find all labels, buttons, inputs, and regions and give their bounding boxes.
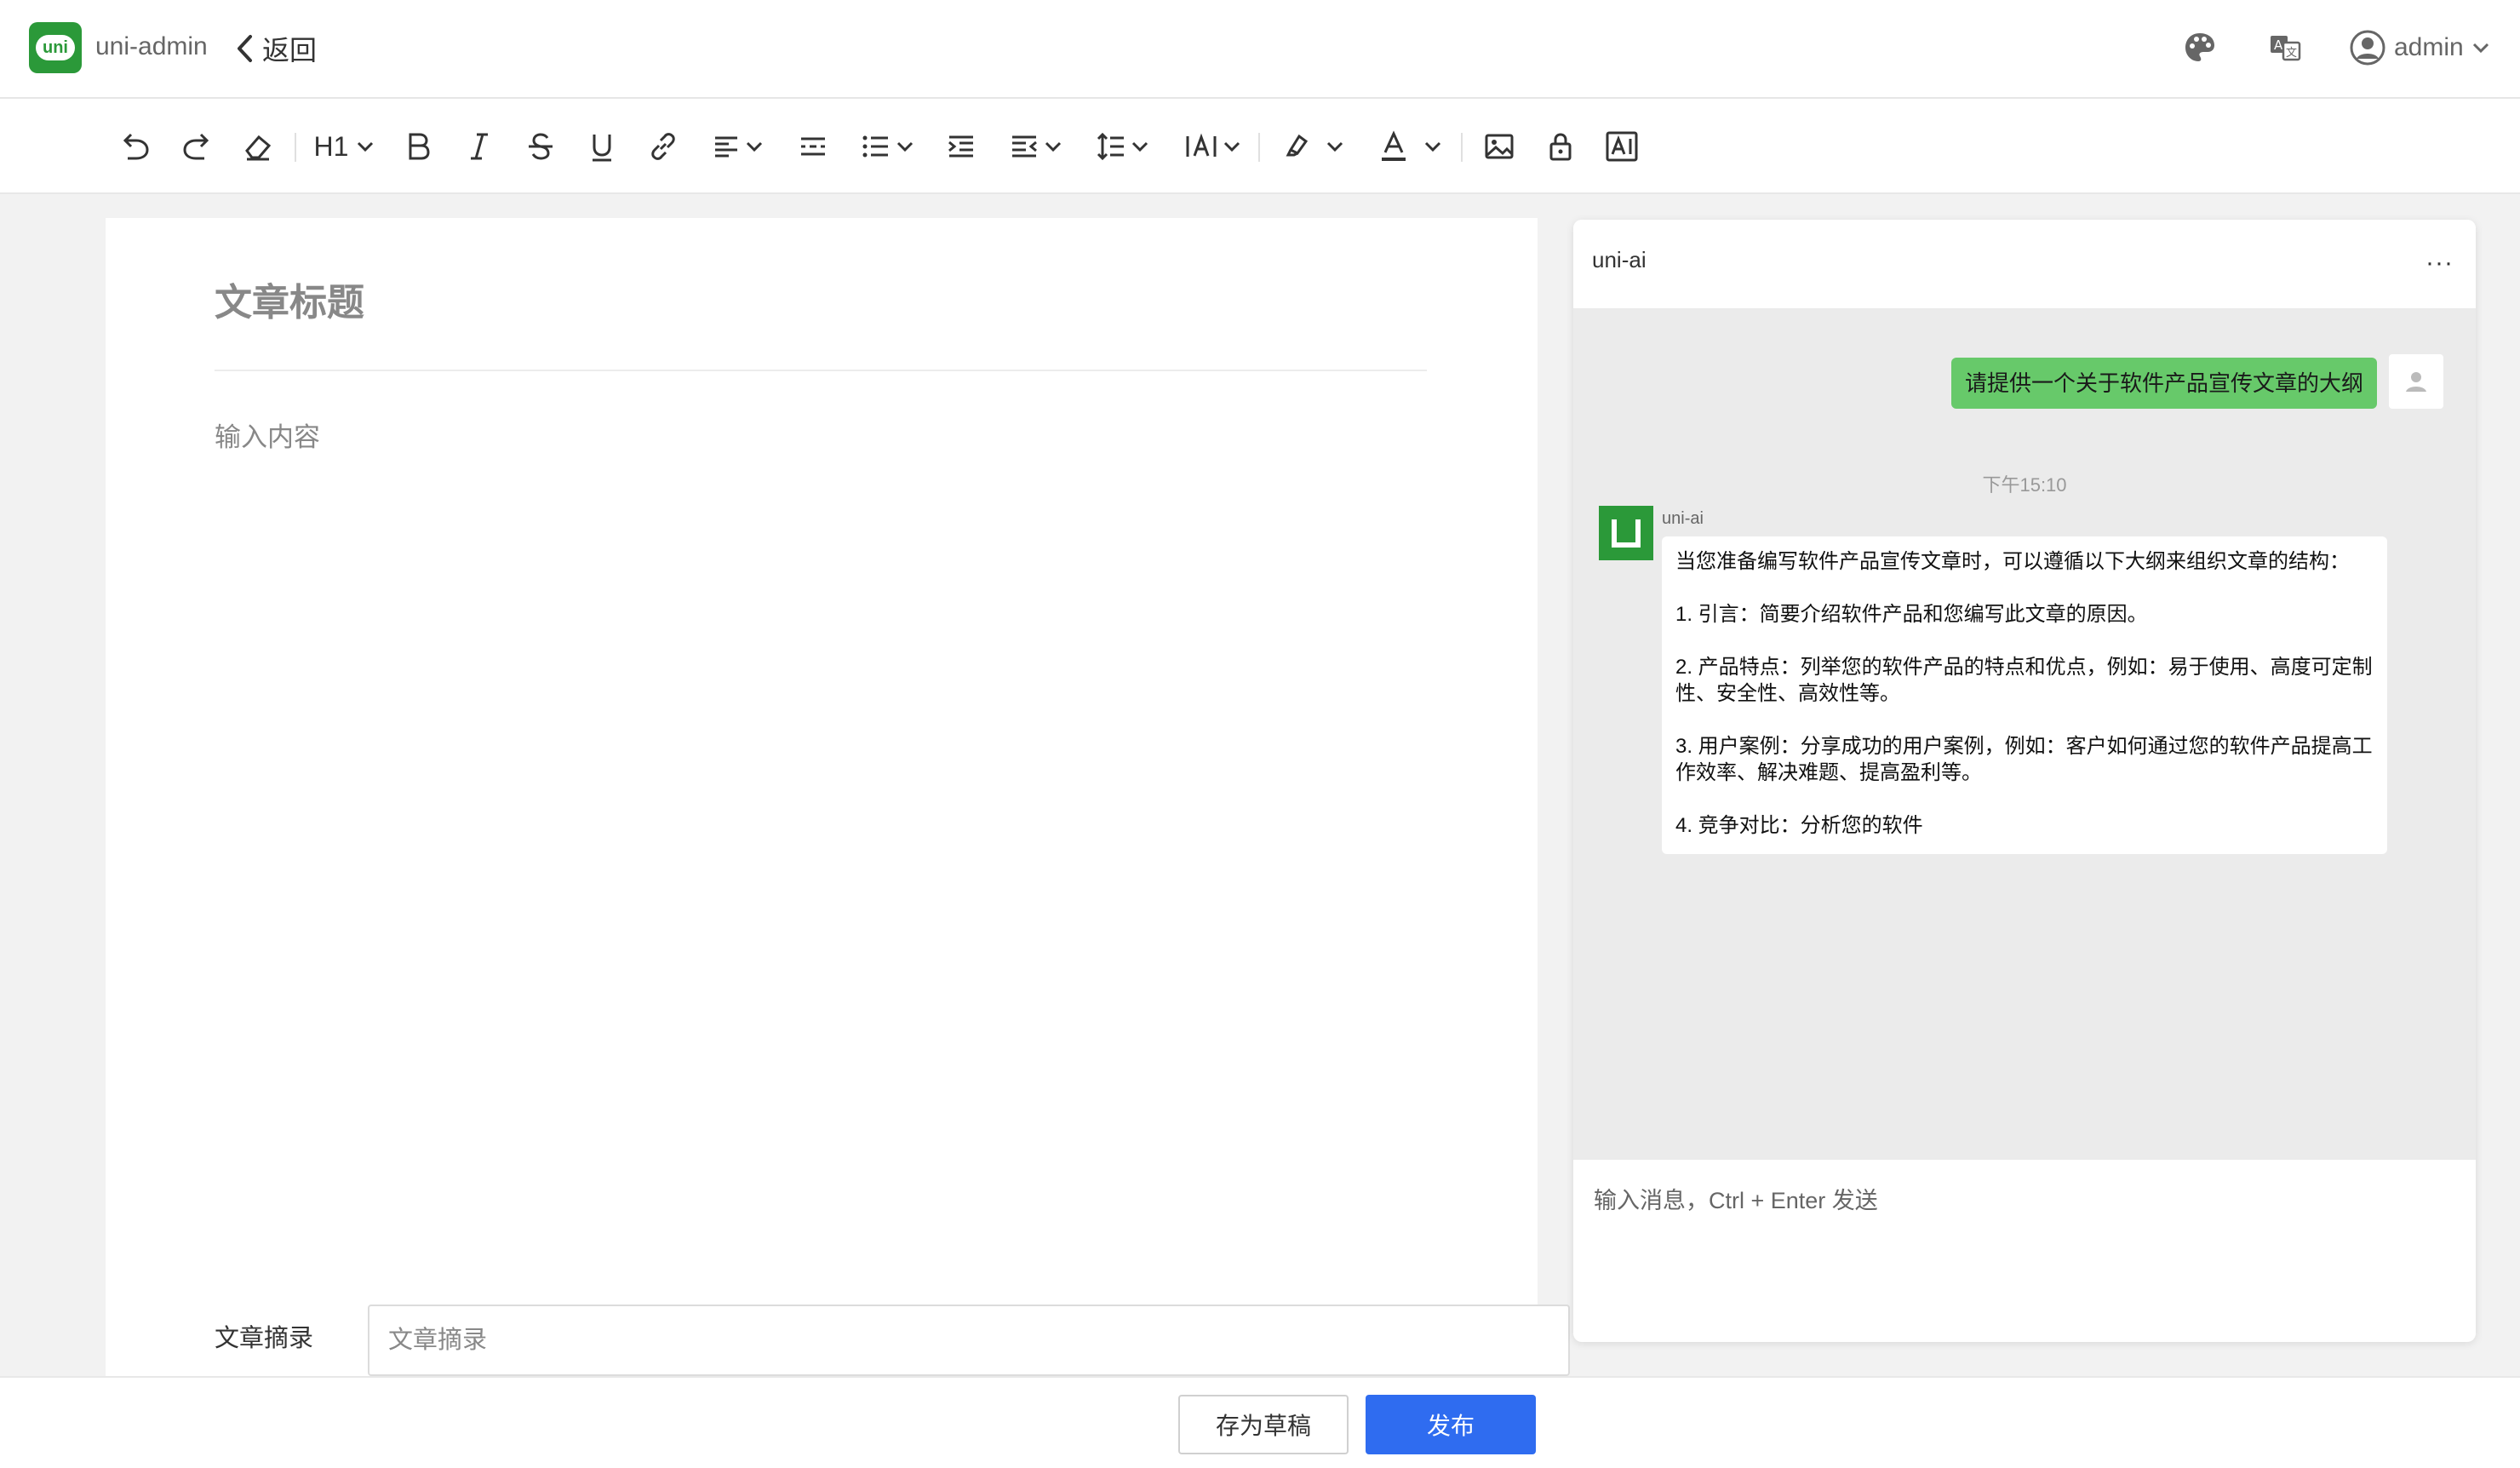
top-header: uni uni-admin 返回 A文 admin — [0, 0, 2520, 99]
outdent-icon — [1012, 135, 1037, 158]
back-button[interactable]: 返回 — [235, 27, 317, 70]
chat-title: uni-ai — [1592, 247, 1647, 272]
ai-paragraph: 1. 引言：简要介绍软件产品和您编写此文章的原因。 — [1675, 603, 2148, 626]
uni-ai-logo-icon — [1612, 519, 1641, 548]
excerpt-input[interactable]: 文章摘录 — [368, 1305, 1570, 1376]
chevron-down-icon — [1223, 141, 1240, 152]
align-left-icon — [715, 136, 737, 158]
toolbar-separator — [295, 133, 296, 162]
heading-level-label: H1 — [313, 130, 349, 162]
ai-message-bubble: 当您准备编写软件产品宣传文章时，可以遵循以下大纲来组织文章的结构： 1. 引言：… — [1662, 536, 2387, 854]
logo-cloud-icon: uni — [36, 35, 75, 60]
ai-paragraph: 3. 用户案例：分享成功的用户案例，例如：客户如何通过您的软件产品提高工作效率、… — [1675, 735, 2373, 784]
letter-spacing-dropdown[interactable] — [1178, 123, 1246, 170]
editor-toolbar: H1 — [0, 99, 2520, 194]
palette-icon[interactable] — [2181, 29, 2219, 66]
ai-chat-panel: uni-ai ··· 请提供一个关于软件产品宣传文章的大纲 下午15:10 un… — [1573, 220, 2476, 1342]
chevron-down-icon — [2472, 43, 2488, 54]
chevron-down-icon — [896, 141, 914, 152]
eraser-icon[interactable] — [240, 123, 276, 170]
lock-icon[interactable] — [1543, 123, 1578, 170]
ordered-list-icon — [862, 135, 888, 158]
highlight-dropdown[interactable] — [1277, 123, 1349, 170]
chevron-down-icon — [1045, 141, 1062, 152]
underline-icon[interactable] — [584, 123, 620, 170]
user-menu[interactable]: admin — [2350, 29, 2489, 66]
link-icon[interactable] — [645, 123, 681, 170]
action-footer: 存为草稿 发布 — [0, 1376, 2520, 1468]
message-timestamp: 下午15:10 — [1982, 474, 2067, 496]
ai-paragraph: 2. 产品特点：列举您的软件产品的特点和优点，例如：易于使用、高度可定制性、安全… — [1675, 656, 2373, 705]
chat-message-input[interactable]: 输入消息，Ctrl + Enter 发送 — [1594, 1182, 2454, 1216]
italic-icon[interactable] — [461, 123, 497, 170]
ai-sender-name: uni-ai — [1662, 509, 1704, 528]
redo-icon[interactable] — [179, 123, 215, 170]
translate-icon[interactable]: A文 — [2266, 29, 2304, 66]
toolbar-separator — [1461, 133, 1463, 162]
heading-dropdown[interactable]: H1 — [310, 123, 378, 170]
ai-paragraph: 当您准备编写软件产品宣传文章时，可以遵循以下大纲来组织文章的结构： — [1675, 550, 2350, 573]
chat-messages: 请提供一个关于软件产品宣传文章的大纲 下午15:10 uni-ai 当您准备编写… — [1573, 308, 2476, 1160]
back-label: 返回 — [262, 35, 318, 66]
align-dropdown[interactable] — [707, 123, 768, 170]
chevron-down-icon — [1326, 141, 1343, 152]
strikethrough-icon[interactable] — [523, 123, 558, 170]
chat-header: uni-ai ··· — [1573, 220, 2476, 308]
line-height-icon — [1097, 132, 1124, 161]
save-draft-button[interactable]: 存为草稿 — [1178, 1395, 1349, 1454]
excerpt-label: 文章摘录 — [215, 1325, 314, 1352]
user-name: admin — [2394, 33, 2464, 61]
outdent-dropdown[interactable] — [1005, 123, 1066, 170]
divider-icon[interactable] — [795, 123, 831, 170]
user-avatar — [2389, 354, 2443, 409]
chevron-down-icon — [746, 141, 763, 152]
chevron-down-icon — [358, 141, 374, 152]
article-title-input[interactable]: 文章标题 — [215, 272, 1427, 334]
user-avatar-icon — [2350, 30, 2385, 66]
article-content-input[interactable]: 输入内容 — [215, 412, 1427, 463]
font-color-dropdown[interactable] — [1372, 123, 1447, 170]
chevron-down-icon — [1131, 141, 1148, 152]
svg-text:文: 文 — [2286, 47, 2297, 60]
more-options-button[interactable]: ··· — [2426, 249, 2454, 278]
image-icon[interactable] — [1481, 123, 1517, 170]
chevron-down-icon — [1424, 141, 1441, 152]
app-name: uni-admin — [95, 32, 208, 60]
bold-icon[interactable] — [400, 123, 436, 170]
toolbar-separator — [1258, 133, 1260, 162]
line-height-dropdown[interactable] — [1091, 123, 1153, 170]
list-dropdown[interactable] — [856, 123, 918, 170]
ai-icon[interactable] — [1604, 123, 1640, 170]
letter-spacing-icon — [1186, 133, 1217, 157]
indent-icon[interactable] — [943, 123, 979, 170]
user-message-bubble: 请提供一个关于软件产品宣传文章的大纲 — [1950, 358, 2377, 409]
user-silhouette-icon — [2406, 372, 2426, 392]
publish-button[interactable]: 发布 — [1366, 1395, 1536, 1454]
font-color-icon — [1382, 130, 1406, 161]
editor-panel: 文章标题 输入内容 文章摘录 文章摘录 — [106, 218, 1570, 1376]
ai-paragraph: 4. 竞争对比：分析您的软件 — [1675, 814, 1923, 837]
ai-avatar — [1599, 506, 1653, 560]
chevron-left-icon — [238, 35, 252, 62]
title-divider — [215, 370, 1427, 371]
svg-text:A: A — [2274, 37, 2283, 53]
highlighter-icon — [1286, 134, 1309, 161]
undo-icon[interactable] — [117, 123, 153, 170]
app-logo[interactable]: uni — [29, 22, 82, 73]
